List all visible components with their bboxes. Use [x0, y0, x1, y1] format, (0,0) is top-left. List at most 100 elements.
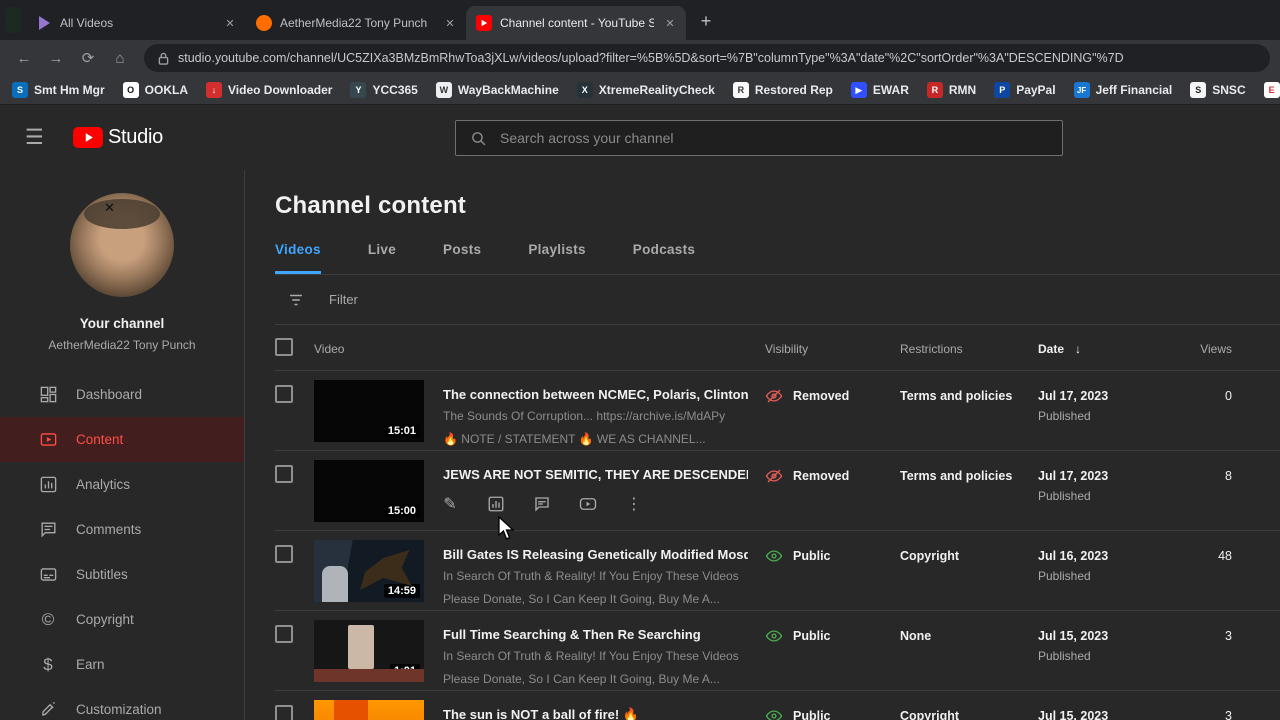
column-visibility[interactable]: Visibility	[765, 342, 808, 356]
sort-descending-icon[interactable]: ↓	[1075, 342, 1081, 356]
tab-videos[interactable]: Videos	[275, 242, 321, 274]
search-input[interactable]	[500, 130, 1048, 146]
bookmark-label: PayPal	[1016, 83, 1056, 97]
bookmark-entergy[interactable]: EEntergy	[1263, 82, 1280, 98]
video-title[interactable]: JEWS ARE NOT SEMITIC, THEY ARE DESCENDED…	[443, 467, 748, 482]
row-checkbox[interactable]	[275, 385, 293, 403]
row-checkbox[interactable]	[275, 705, 293, 720]
bookmark-label: RMN	[948, 83, 977, 97]
youtube-logo-icon	[73, 127, 103, 148]
column-video[interactable]: Video	[314, 342, 344, 356]
video-thumbnail[interactable]: 1:01	[314, 620, 424, 682]
bookmark-video-downloader[interactable]: ↓ Video Downloader	[206, 82, 332, 98]
visibility-cell[interactable]: Removed	[765, 387, 849, 405]
video-row: The sun is NOT a ball of fire! 🔥 Public …	[275, 691, 1280, 720]
address-bar[interactable]: studio.youtube.com/channel/UC5ZIXa3BMzBm…	[144, 44, 1270, 72]
visibility-removed-icon	[765, 469, 783, 483]
sidebar-item-dashboard[interactable]: Dashboard	[0, 372, 244, 417]
bookmark-smt-hm-mgr[interactable]: S Smt Hm Mgr	[12, 82, 105, 98]
visibility-public-icon	[765, 710, 783, 720]
views-cell: 3	[1225, 629, 1232, 643]
tab-posts[interactable]: Posts	[443, 242, 481, 274]
hamburger-menu-icon[interactable]: ☰	[25, 125, 51, 150]
more-options-icon[interactable]: ⋮	[623, 493, 645, 515]
bookmark-rmn[interactable]: R RMN	[926, 82, 977, 98]
bookmark-ewar[interactable]: ▶ EWAR	[850, 82, 909, 98]
channel-search[interactable]	[455, 120, 1063, 156]
studio-logo[interactable]: Studio	[73, 126, 163, 149]
sidebar-item-comments[interactable]: Comments	[0, 507, 244, 552]
bookmark-ookla[interactable]: O OOKLA	[122, 82, 188, 98]
sidebar-item-copyright[interactable]: © Copyright	[0, 597, 244, 642]
column-restrictions[interactable]: Restrictions	[900, 342, 963, 356]
browser-tab-all-videos[interactable]: All Videos ✕	[26, 6, 246, 40]
video-thumbnail[interactable]: 14:59	[314, 540, 424, 602]
video-thumbnail[interactable]	[314, 700, 424, 720]
studio-header: ☰ Studio	[0, 105, 1280, 170]
column-views[interactable]: Views	[1200, 342, 1232, 356]
comments-action-icon[interactable]	[531, 493, 553, 515]
back-button[interactable]: ←	[10, 44, 38, 72]
column-date[interactable]: Date	[1038, 342, 1064, 356]
video-title[interactable]: Full Time Searching & Then Re Searching	[443, 627, 748, 642]
browser-tab-channel-content[interactable]: Channel content - YouTube Stud ✕	[466, 6, 686, 40]
date-status: Published	[1038, 569, 1091, 583]
sidebar-item-subtitles[interactable]: Subtitles	[0, 552, 244, 597]
visibility-label: Removed	[793, 389, 850, 403]
video-row: 15:00 JEWS ARE NOT SEMITIC, THEY ARE DES…	[275, 451, 1280, 531]
view-on-youtube-icon[interactable]	[577, 493, 599, 515]
channel-content-main: Channel content Videos Live Posts Playli…	[245, 170, 1280, 720]
visibility-cell[interactable]: Removed	[765, 467, 849, 485]
tab-podcasts[interactable]: Podcasts	[633, 242, 695, 274]
bookmark-jeff-financial[interactable]: JF Jeff Financial	[1073, 82, 1172, 98]
bookmark-waybackmachine[interactable]: W WayBackMachine	[435, 82, 559, 98]
tab-playlists[interactable]: Playlists	[528, 242, 585, 274]
bookmark-snsc[interactable]: S SNSC	[1190, 82, 1246, 98]
video-title[interactable]: Bill Gates IS Releasing Genetically Modi…	[443, 547, 748, 562]
bookmark-paypal[interactable]: P PayPal	[994, 82, 1056, 98]
browser-tab-aethermedia[interactable]: AetherMedia22 Tony Punch ✕	[246, 6, 466, 40]
video-title[interactable]: The connection between NCMEC, Polaris, C…	[443, 387, 748, 402]
row-checkbox[interactable]	[275, 465, 293, 483]
tab-live[interactable]: Live	[368, 242, 396, 274]
earn-icon: $	[43, 655, 53, 674]
sidebar-item-earn[interactable]: $ Earn	[0, 642, 244, 687]
studio-sidebar: ✕ Your channel AetherMedia22 Tony Punch …	[0, 170, 245, 720]
bookmark-xtremerealitycheck[interactable]: X XtremeRealityCheck	[576, 82, 715, 98]
video-thumbnail[interactable]: 15:01	[314, 380, 424, 442]
browser-tab-strip: All Videos ✕ AetherMedia22 Tony Punch ✕ …	[0, 0, 1280, 40]
row-checkbox[interactable]	[275, 625, 293, 643]
sidebar-item-customization[interactable]: Customization	[0, 687, 244, 720]
bookmark-restored-rep[interactable]: R Restored Rep	[732, 82, 833, 98]
filter-bar[interactable]: Filter	[275, 275, 1280, 325]
bookmark-label: Smt Hm Mgr	[34, 83, 105, 97]
visibility-cell[interactable]: Public	[765, 547, 831, 565]
channel-avatar[interactable]: ✕	[70, 193, 174, 297]
visibility-cell[interactable]: Public	[765, 627, 831, 645]
sidebar-item-content[interactable]: Content	[0, 417, 244, 462]
date-status: Published	[1038, 409, 1091, 423]
select-all-checkbox[interactable]	[275, 338, 293, 356]
youtube-favicon	[476, 15, 492, 31]
forward-button[interactable]: →	[42, 44, 70, 72]
visibility-cell[interactable]: Public	[765, 707, 831, 720]
dashboard-icon	[37, 384, 59, 406]
video-thumbnail[interactable]: 15:00	[314, 460, 424, 522]
video-title[interactable]: The sun is NOT a ball of fire! 🔥	[443, 707, 748, 720]
duration-badge: 14:59	[383, 584, 420, 598]
sidebar-item-analytics[interactable]: Analytics	[0, 462, 244, 507]
bookmark-favicon: S	[12, 82, 28, 98]
video-info: Bill Gates IS Releasing Genetically Modi…	[443, 547, 748, 607]
close-icon[interactable]: ✕	[442, 15, 458, 31]
home-button[interactable]: ⌂	[106, 44, 134, 72]
tab-strip-corner-chip[interactable]	[6, 7, 21, 33]
new-tab-button[interactable]: +	[692, 7, 720, 35]
close-icon[interactable]: ✕	[662, 15, 678, 31]
reload-button[interactable]: ⟳	[74, 44, 102, 72]
close-icon[interactable]: ✕	[222, 15, 238, 31]
edit-details-icon[interactable]: ✎	[439, 493, 461, 515]
bookmark-label: WayBackMachine	[457, 83, 559, 97]
bookmark-ycc365[interactable]: Y YCC365	[350, 82, 418, 98]
row-checkbox[interactable]	[275, 545, 293, 563]
analytics-action-icon[interactable]	[485, 493, 507, 515]
